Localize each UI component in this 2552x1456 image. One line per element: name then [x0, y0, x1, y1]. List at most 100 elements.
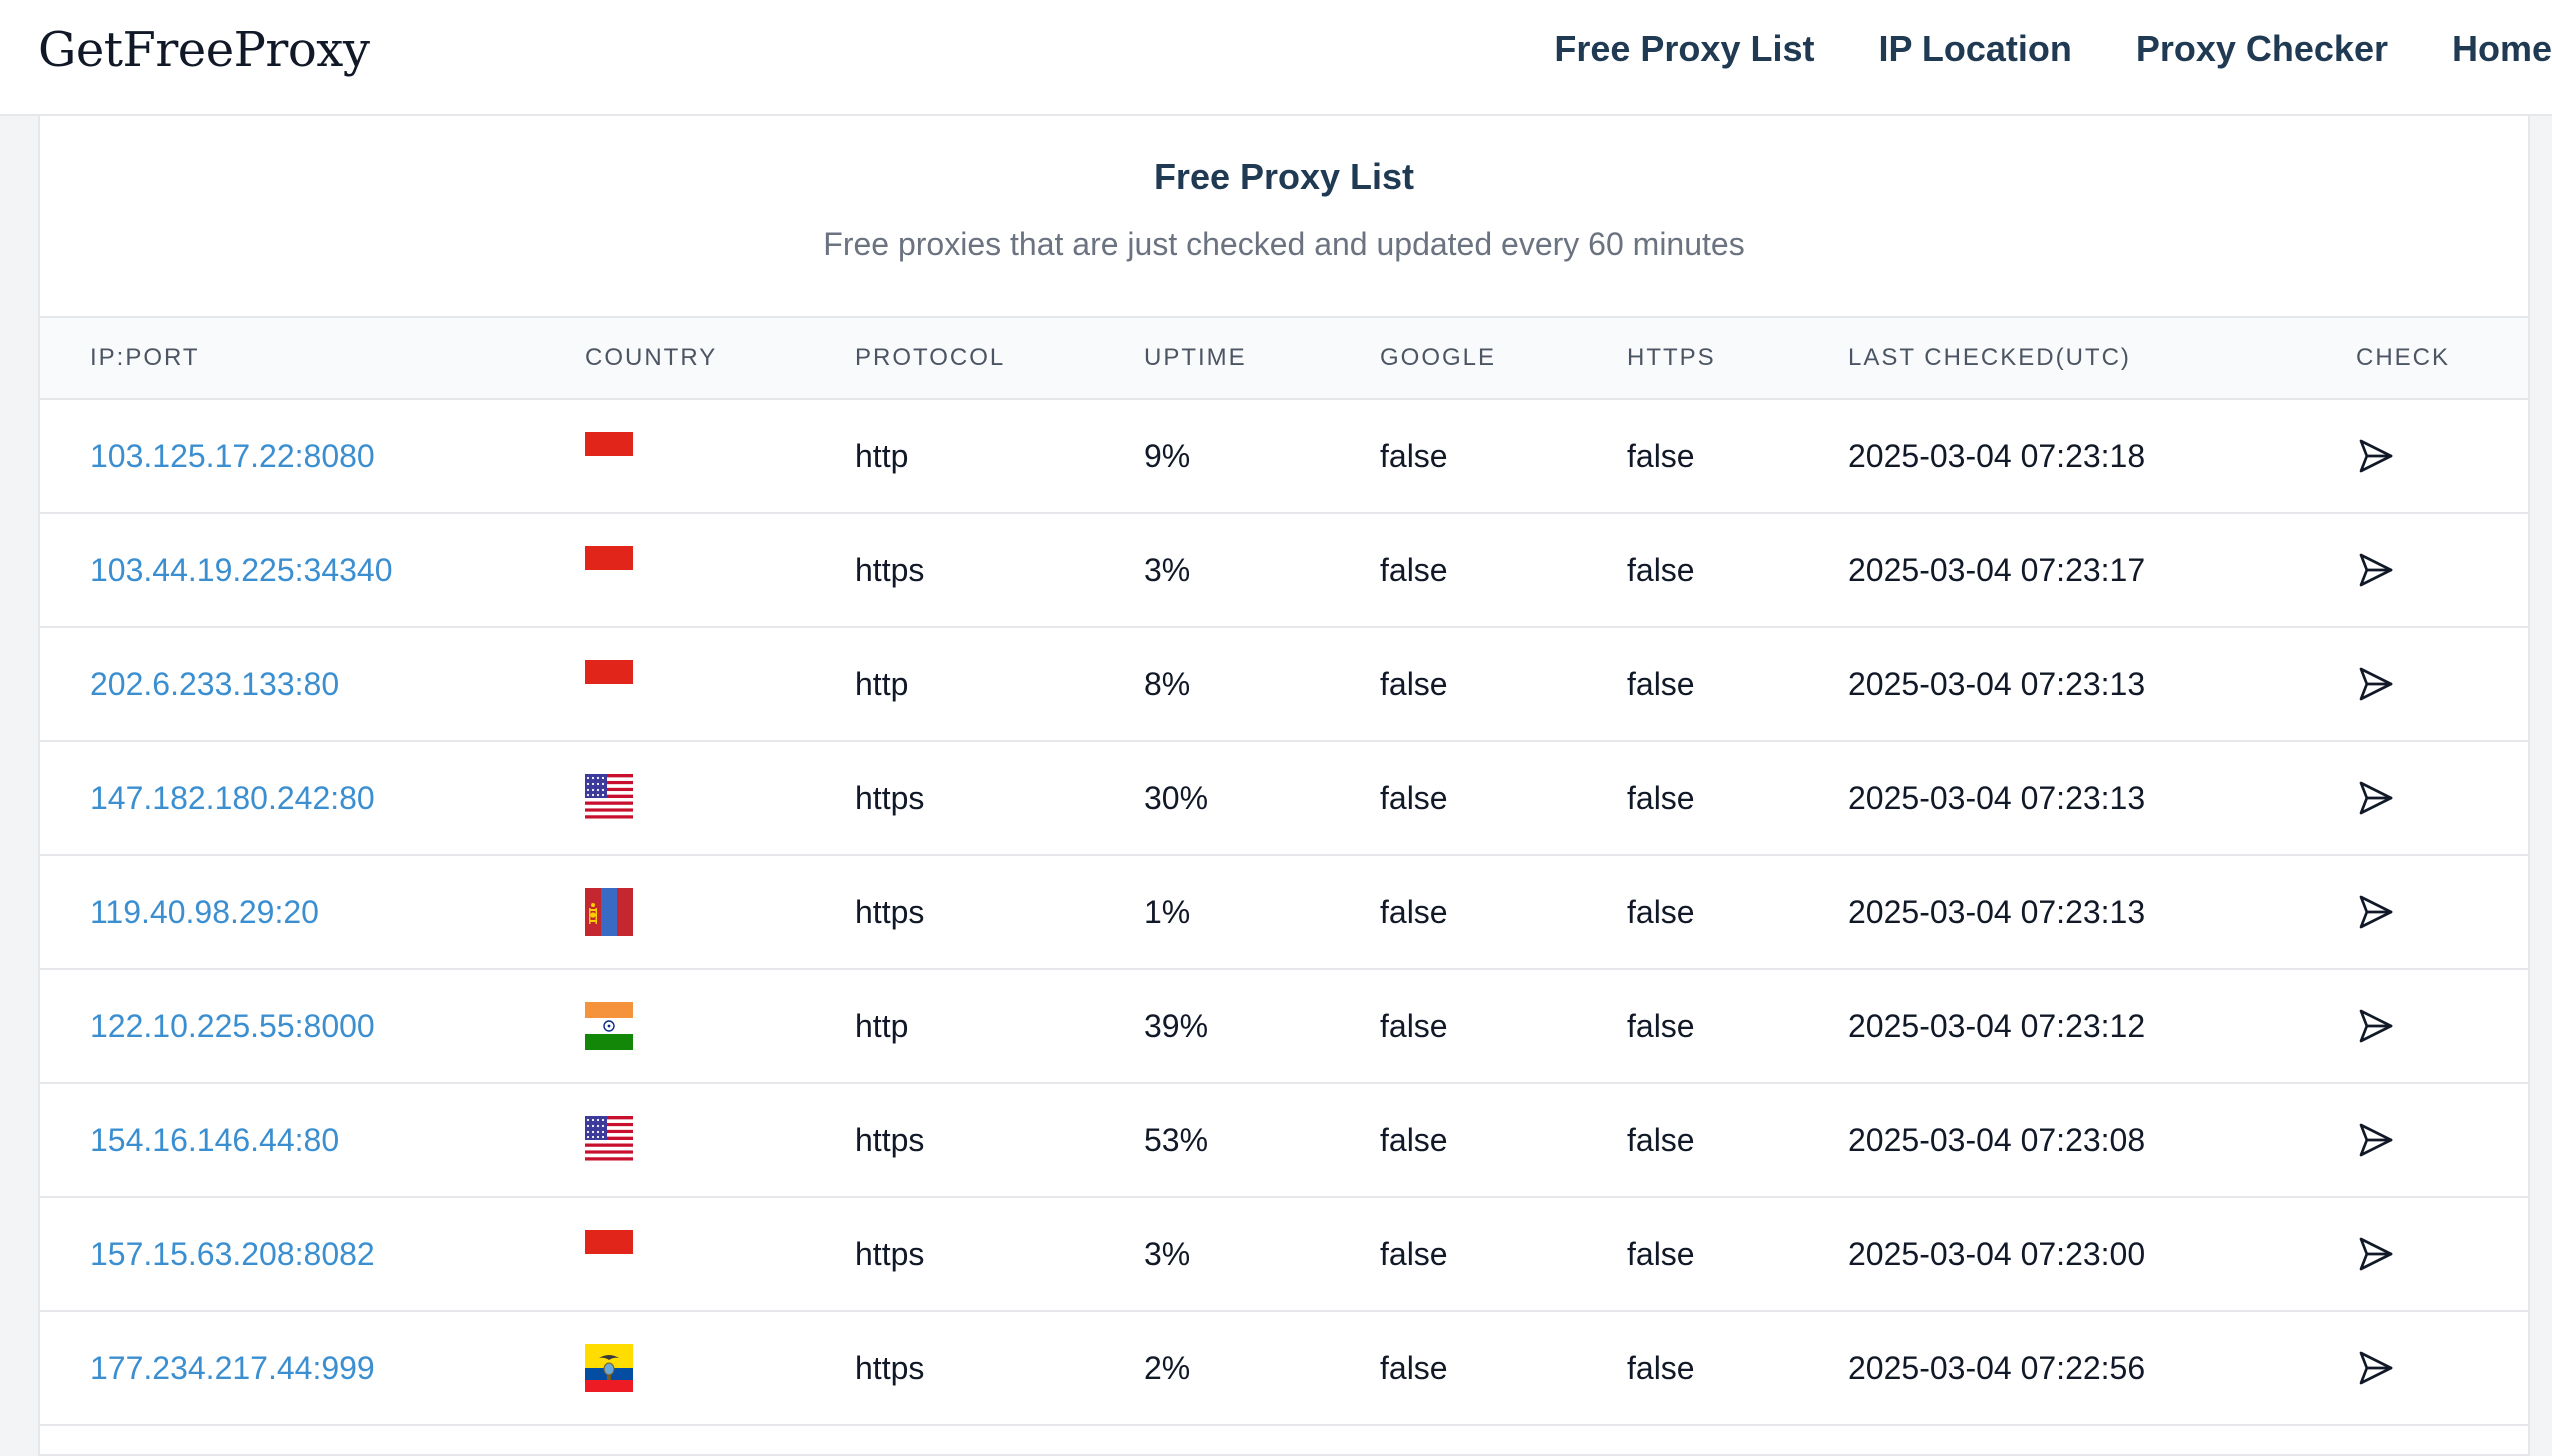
google-cell: false	[1380, 779, 1448, 816]
column-header-check: CHECK	[2356, 316, 2528, 400]
check-cell	[2356, 513, 2528, 627]
protocol-cell: https	[855, 1235, 925, 1272]
https-cell: false	[1627, 551, 1695, 588]
table-row: 177.234.217.44:999 https 2% false false 2025-…	[40, 1311, 2528, 1425]
column-header-protocol: PROTOCOL	[855, 316, 1144, 400]
google-cell: false	[1380, 1007, 1448, 1044]
google-cell: false	[1380, 1349, 1448, 1386]
protocol-cell: https	[855, 893, 925, 930]
https-cell: false	[1627, 779, 1695, 816]
main-nav: Free Proxy List IP Location Proxy Checke…	[1490, 28, 2552, 70]
table-row: 103.125.17.22:8080 http 9% false false 2025-0…	[40, 399, 2528, 513]
usa-flag-icon	[585, 774, 633, 823]
country-cell	[585, 1197, 855, 1311]
check-cell	[2356, 741, 2528, 855]
check-cell	[2356, 627, 2528, 741]
table-row: 147.182.180.242:80 https 30% false false 2025…	[40, 741, 2528, 855]
ip-port-link[interactable]: 177.234.217.44:999	[90, 1350, 375, 1386]
mongolia-flag-icon	[585, 888, 633, 936]
india-flag-icon	[585, 1002, 633, 1050]
last-checked-cell: 2025-03-04 07:22:56	[1848, 1349, 2146, 1386]
https-cell: false	[1627, 1007, 1695, 1044]
last-checked-cell: 2025-03-04 07:23:00	[1848, 1235, 2146, 1272]
nav-ip-location[interactable]: IP Location	[1878, 28, 2071, 70]
protocol-cell: http	[855, 665, 909, 702]
uptime-cell: 53%	[1144, 1121, 1209, 1158]
google-cell: false	[1380, 551, 1448, 588]
last-checked-cell: 2025-03-04 07:23:17	[1848, 551, 2146, 588]
column-header-ip-port: IP:PORT	[40, 316, 585, 400]
indonesia-flag-icon	[585, 1230, 633, 1278]
check-cell	[2356, 399, 2528, 513]
check-cell	[2356, 1311, 2528, 1425]
ip-port-cell: 157.15.63.208:8082	[40, 1197, 585, 1311]
send-icon[interactable]	[2356, 664, 2396, 704]
protocol-cell: https	[855, 1121, 925, 1158]
ip-port-cell: 147.182.180.242:80	[40, 741, 585, 855]
send-icon[interactable]	[2356, 778, 2396, 818]
table-row: 122.10.225.55:8000 http 39% false false 2025-…	[40, 969, 2528, 1083]
table-row: 103.44.19.225:34340 https 3% false false 2025…	[40, 513, 2528, 627]
ip-port-cell: 202.6.233.133:80	[40, 627, 585, 741]
last-checked-cell: 2025-03-04 07:23:18	[1848, 437, 2146, 474]
ecuador-flag-icon	[585, 1344, 633, 1392]
uptime-cell: 3%	[1144, 551, 1191, 588]
ip-port-link[interactable]: 103.125.17.22:8080	[90, 438, 375, 474]
column-header-https: HTTPS	[1627, 316, 1848, 400]
protocol-cell: http	[855, 1007, 909, 1044]
proxy-list-card: Free Proxy List Free proxies that are ju…	[38, 116, 2530, 1456]
send-icon[interactable]	[2356, 1234, 2396, 1274]
top-navbar: GetFreeProxy Free Proxy List IP Location…	[0, 0, 2552, 116]
country-cell	[585, 1083, 855, 1197]
table-row: 202.6.233.133:80 http 8% false false 2025-03-…	[40, 627, 2528, 741]
indonesia-flag-icon	[585, 546, 633, 594]
ip-port-link[interactable]: 103.44.19.225:34340	[90, 552, 393, 588]
protocol-cell: http	[855, 437, 909, 474]
ip-port-cell: 103.125.17.22:8080	[40, 399, 585, 513]
country-cell	[585, 969, 855, 1083]
https-cell: false	[1627, 1121, 1695, 1158]
https-cell: false	[1627, 665, 1695, 702]
nav-home[interactable]: Home	[2452, 28, 2552, 70]
column-header-last-checked: LAST CHECKED(UTC)	[1848, 316, 2356, 400]
check-cell	[2356, 1197, 2528, 1311]
ip-port-link[interactable]: 147.182.180.242:80	[90, 780, 375, 816]
ip-port-cell: 154.16.146.44:80	[40, 1083, 585, 1197]
ip-port-link[interactable]: 154.16.146.44:80	[90, 1122, 339, 1158]
nav-free-proxy-list[interactable]: Free Proxy List	[1554, 28, 1814, 70]
last-checked-cell: 2025-03-04 07:23:12	[1848, 1007, 2146, 1044]
send-icon[interactable]	[2356, 1006, 2396, 1046]
uptime-cell: 8%	[1144, 665, 1191, 702]
country-cell	[585, 741, 855, 855]
ip-port-link[interactable]: 119.40.98.29:20	[90, 894, 319, 930]
table-header-row: IP:PORT COUNTRY PROTOCOL UPTIME GOOGLE H…	[40, 316, 2528, 400]
check-cell	[2356, 969, 2528, 1083]
send-icon[interactable]	[2356, 1120, 2396, 1160]
last-checked-cell: 2025-03-04 07:23:13	[1848, 665, 2146, 702]
send-icon[interactable]	[2356, 436, 2396, 476]
column-header-country: COUNTRY	[585, 316, 855, 400]
ip-port-cell: 119.40.98.29:20	[40, 855, 585, 969]
send-icon[interactable]	[2356, 1348, 2396, 1388]
send-icon[interactable]	[2356, 892, 2396, 932]
ip-port-link[interactable]: 122.10.225.55:8000	[90, 1008, 375, 1044]
page-title: Free Proxy List	[1153, 156, 1415, 197]
proxy-table: IP:PORT COUNTRY PROTOCOL UPTIME GOOGLE H…	[40, 316, 2528, 1426]
country-cell	[585, 513, 855, 627]
google-cell: false	[1380, 1235, 1448, 1272]
ip-port-link[interactable]: 157.15.63.208:8082	[90, 1236, 375, 1272]
usa-flag-icon	[585, 1116, 633, 1165]
ip-port-link[interactable]: 202.6.233.133:80	[90, 666, 339, 702]
indonesia-flag-icon	[585, 660, 633, 708]
last-checked-cell: 2025-03-04 07:23:13	[1848, 893, 2146, 930]
table-row: 157.15.63.208:8082 https 3% false false 2025-…	[40, 1197, 2528, 1311]
https-cell: false	[1627, 1235, 1695, 1272]
indonesia-flag-icon	[585, 432, 633, 480]
google-cell: false	[1380, 437, 1448, 474]
column-header-uptime: UPTIME	[1144, 316, 1380, 400]
table-row: 154.16.146.44:80 https 53% false false 2025-0…	[40, 1083, 2528, 1197]
uptime-cell: 2%	[1144, 1349, 1191, 1386]
nav-proxy-checker[interactable]: Proxy Checker	[2136, 28, 2388, 70]
send-icon[interactable]	[2356, 550, 2396, 590]
brand-logo[interactable]: GetFreeProxy	[38, 22, 370, 78]
